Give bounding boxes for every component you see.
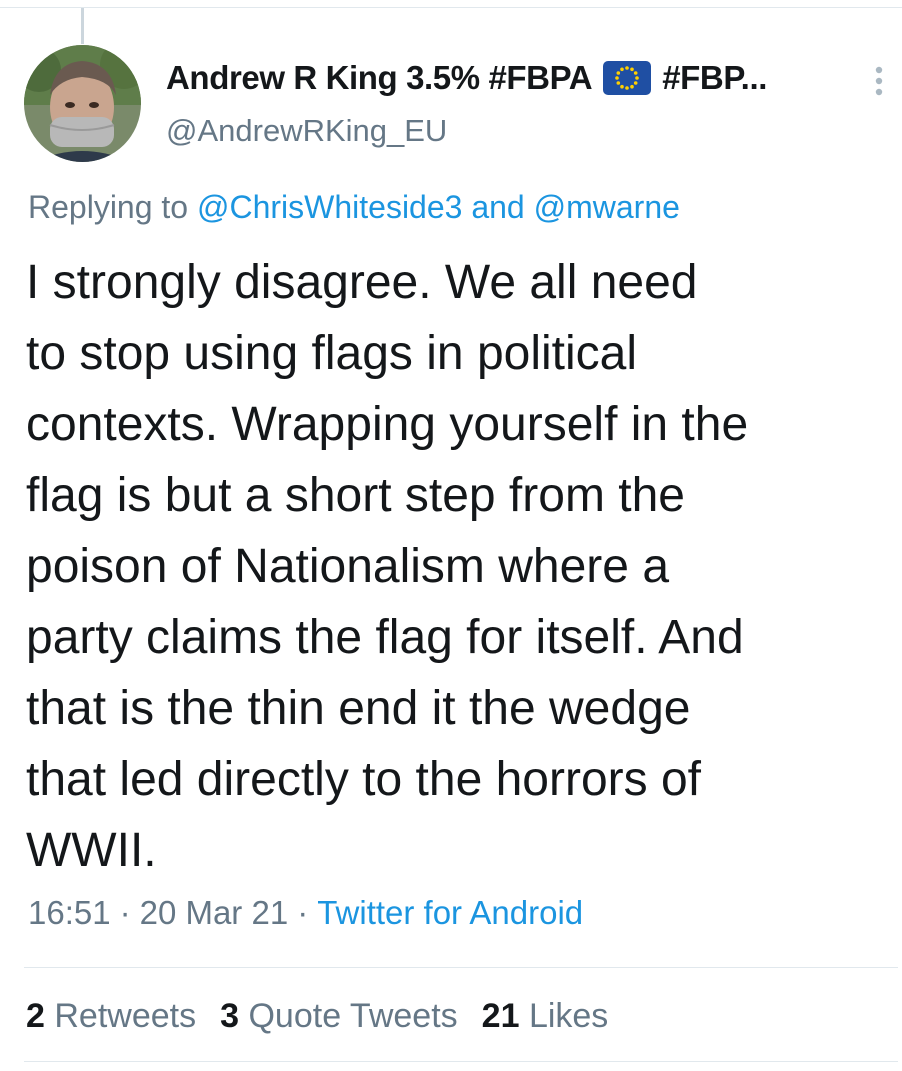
retweets-stat[interactable]: 2 Retweets [26, 997, 196, 1035]
tweet-stats: 2 Retweets 3 Quote Tweets 21 Likes [26, 997, 632, 1036]
tweet-date[interactable]: 20 Mar 21 [140, 894, 289, 931]
tweet-line: contexts. Wrapping yourself in the [26, 398, 749, 451]
retweets-label: Retweets [54, 997, 197, 1035]
tweet-meta: 16:51 · 20 Mar 21 · Twitter for Android [28, 894, 583, 932]
reply-user-link-1[interactable]: @ChrisWhiteside3 [197, 189, 462, 225]
likes-stat[interactable]: 21 Likes [482, 997, 609, 1035]
likes-label: Likes [528, 997, 609, 1035]
avatar[interactable] [24, 45, 141, 162]
top-divider [0, 7, 902, 8]
tweet-line: party claims the flag for itself. And [26, 611, 744, 664]
meta-separator: · [297, 894, 309, 931]
stats-bottom-divider [24, 1061, 898, 1062]
tweet-line: that led directly to the horrors of [26, 753, 701, 806]
tweet-line: to stop using flags in political [26, 327, 638, 380]
tweet-line: that is the thin end it the wedge [26, 682, 691, 735]
quote-tweets-count: 3 [220, 997, 240, 1035]
stats-top-divider [24, 967, 898, 968]
tweet-source-link[interactable]: Twitter for Android [317, 894, 583, 931]
reply-user-link-2[interactable]: @mwarne [534, 189, 680, 225]
meta-separator: · [119, 894, 131, 931]
quote-tweets-label: Quote Tweets [248, 997, 458, 1035]
tweet-line: poison of Nationalism where a [26, 540, 670, 593]
replying-to-line: Replying to @ChrisWhiteside3 and @mwarne [28, 189, 680, 226]
tweet-line: flag is but a short step from the [26, 469, 685, 522]
author-handle[interactable]: @AndrewRKing_EU [166, 113, 447, 149]
tweet-body: I strongly disagree. We all need to stop… [26, 247, 896, 886]
eu-flag-icon [602, 60, 652, 96]
avatar-photo [24, 45, 141, 162]
reply-conjunction[interactable]: and [471, 189, 524, 225]
quote-tweets-stat[interactable]: 3 Quote Tweets [220, 997, 458, 1035]
more-options-icon[interactable] [868, 64, 890, 100]
thread-connector-line [81, 8, 84, 44]
retweets-count: 2 [26, 997, 45, 1035]
tweet-time[interactable]: 16:51 [28, 894, 111, 931]
author-name-row[interactable]: Andrew R King 3.5% #FBPA #FBP... [166, 55, 767, 101]
replying-to-label: Replying to [28, 189, 189, 225]
tweet-line: I strongly disagree. We all need [26, 256, 698, 309]
author-display-name-suffix[interactable]: #FBP... [662, 59, 767, 97]
likes-count: 21 [481, 997, 520, 1035]
author-display-name[interactable]: Andrew R King 3.5% #FBPA [166, 59, 593, 97]
tweet-line: WWII. [26, 824, 157, 877]
